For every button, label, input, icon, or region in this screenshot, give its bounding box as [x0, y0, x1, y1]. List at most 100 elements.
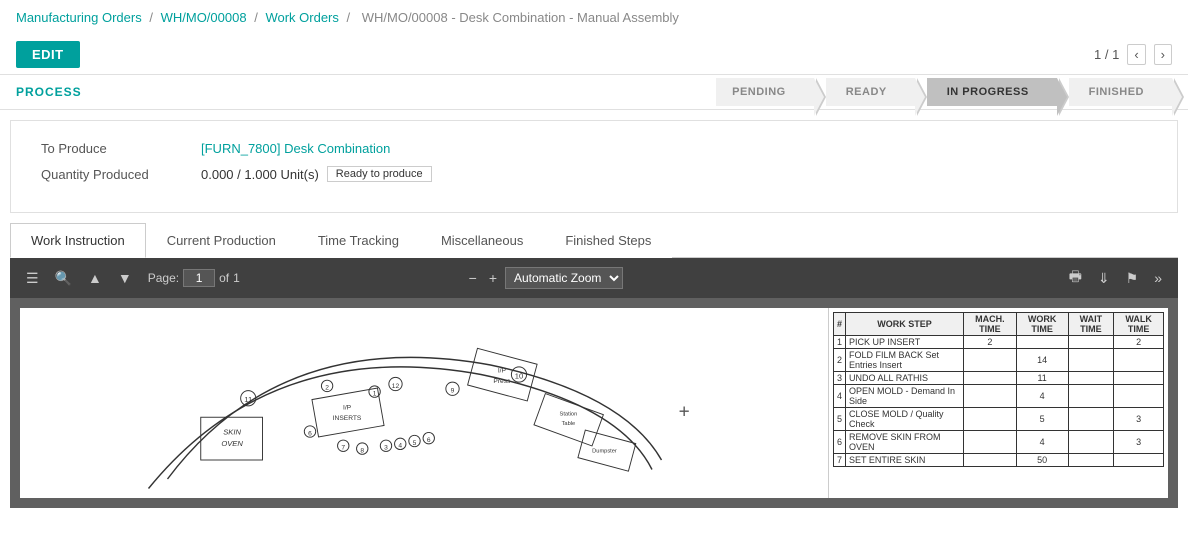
pdf-zoom-out-button[interactable]: −	[465, 268, 481, 288]
pdf-next-page-button[interactable]: ▼	[114, 268, 136, 288]
pdf-page-input[interactable]	[183, 269, 215, 287]
table-cell: REMOVE SKIN FROM OVEN	[846, 431, 964, 454]
svg-text:Station: Station	[560, 411, 578, 417]
svg-text:1: 1	[373, 390, 377, 397]
to-produce-link[interactable]: [FURN_7800] Desk Combination	[201, 141, 390, 156]
pdf-zoom-select[interactable]: Automatic Zoom 50% 75% 100% 125% 150%	[505, 267, 623, 289]
pdf-prev-page-button[interactable]: ▲	[84, 268, 106, 288]
table-cell	[1068, 349, 1114, 372]
col-header-work-time: WORK TIME	[1016, 313, 1068, 336]
tab-miscellaneous[interactable]: Miscellaneous	[420, 223, 544, 258]
breadcrumb-manufacturing-orders[interactable]: Manufacturing Orders	[16, 10, 142, 25]
sketch-svg: SKIN OVEN I/P INSERTS I/P Press Station …	[20, 308, 828, 498]
quantity-row: Quantity Produced 0.000 / 1.000 Unit(s) …	[41, 166, 1147, 182]
work-steps-table-area: # WORK STEP MACH. TIME WORK TIME WAIT TI…	[828, 308, 1168, 498]
pdf-print-button[interactable]: 🖶	[1065, 264, 1086, 292]
pdf-sidebar-toggle[interactable]: ☰	[22, 268, 43, 289]
table-cell: 4	[834, 385, 846, 408]
table-cell	[1114, 349, 1164, 372]
pagination-next-button[interactable]: ›	[1154, 44, 1172, 65]
tab-finished-steps[interactable]: Finished Steps	[544, 223, 672, 258]
pdf-content-area: SKIN OVEN I/P INSERTS I/P Press Station …	[10, 298, 1178, 508]
svg-text:I/P: I/P	[343, 405, 352, 412]
tab-time-tracking[interactable]: Time Tracking	[297, 223, 420, 258]
col-header-walk-time: WALK TIME	[1114, 313, 1164, 336]
table-cell: 3	[1114, 431, 1164, 454]
table-cell	[1068, 372, 1114, 385]
svg-text:OVEN: OVEN	[221, 439, 243, 448]
col-header-mach-time: MACH. TIME	[964, 313, 1017, 336]
table-cell	[964, 408, 1017, 431]
pdf-page-info: Page: of 1	[148, 269, 240, 287]
table-cell	[1068, 431, 1114, 454]
table-cell: 11	[1016, 372, 1068, 385]
table-cell: 7	[834, 454, 846, 467]
pdf-bookmark-button[interactable]: ⚑	[1122, 268, 1143, 289]
table-cell	[1068, 336, 1114, 349]
table-cell: 4	[1016, 431, 1068, 454]
table-cell	[1068, 454, 1114, 467]
table-cell: 3	[1114, 408, 1164, 431]
table-cell: 5	[1016, 408, 1068, 431]
main-content-card: To Produce [FURN_7800] Desk Combination …	[10, 120, 1178, 213]
table-cell	[964, 385, 1017, 408]
table-cell	[964, 372, 1017, 385]
ready-badge[interactable]: Ready to produce	[327, 166, 432, 182]
table-cell	[964, 431, 1017, 454]
pdf-zoom-in-button[interactable]: +	[485, 268, 501, 288]
pagination-prev-button[interactable]: ‹	[1127, 44, 1145, 65]
table-row: 3UNDO ALL RATHIS11	[834, 372, 1164, 385]
table-cell: 2	[964, 336, 1017, 349]
table-cell: PICK UP INSERT	[846, 336, 964, 349]
pdf-toolbar: ☰ 🔍 ▲ ▼ Page: of 1 − + Automatic Zoom 50…	[10, 258, 1178, 298]
status-ready[interactable]: READY	[826, 78, 915, 106]
status-in-progress[interactable]: IN PROGRESS	[927, 78, 1057, 106]
svg-text:INSERTS: INSERTS	[333, 415, 362, 422]
svg-text:7: 7	[341, 445, 345, 452]
pdf-download-button[interactable]: ⇓	[1094, 268, 1114, 289]
svg-text:9: 9	[451, 388, 455, 395]
table-cell: 4	[1016, 385, 1068, 408]
pdf-search-button[interactable]: 🔍	[51, 268, 76, 289]
svg-text:10: 10	[515, 371, 523, 380]
tabs-container: Work Instruction Current Production Time…	[10, 223, 1178, 258]
tab-work-instruction[interactable]: Work Instruction	[10, 223, 146, 258]
table-cell: FOLD FILM BACK Set Entries Insert	[846, 349, 964, 372]
breadcrumb-current-page: WH/MO/00008 - Desk Combination - Manual …	[362, 10, 679, 25]
table-cell	[1114, 454, 1164, 467]
pdf-page: SKIN OVEN I/P INSERTS I/P Press Station …	[20, 308, 1168, 498]
status-pending[interactable]: PENDING	[716, 78, 814, 106]
table-cell: CLOSE MOLD / Quality Check	[846, 408, 964, 431]
breadcrumb-mo-number[interactable]: WH/MO/00008	[161, 10, 247, 25]
table-cell: 14	[1016, 349, 1068, 372]
to-produce-label: To Produce	[41, 141, 201, 156]
pagination-label: 1 / 1	[1094, 47, 1119, 62]
table-cell	[1114, 372, 1164, 385]
table-cell: 3	[834, 372, 846, 385]
svg-text:6: 6	[308, 430, 312, 437]
table-cell: 6	[834, 431, 846, 454]
table-cell: OPEN MOLD - Demand In Side	[846, 385, 964, 408]
edit-button[interactable]: EDIT	[16, 41, 80, 68]
svg-text:+: +	[679, 401, 690, 422]
pdf-zoom-controls: − + Automatic Zoom 50% 75% 100% 125% 150…	[465, 267, 623, 289]
table-row: 1PICK UP INSERT22	[834, 336, 1164, 349]
pdf-right-tools: 🖶 ⇓ ⚑ »	[1065, 264, 1166, 292]
table-row: 6REMOVE SKIN FROM OVEN 4 3	[834, 431, 1164, 454]
svg-text:8: 8	[360, 447, 364, 454]
svg-text:11: 11	[244, 395, 252, 404]
pdf-page-total: 1	[233, 271, 240, 285]
table-row: 7SET ENTIRE SKIN50	[834, 454, 1164, 467]
tab-current-production[interactable]: Current Production	[146, 223, 297, 258]
table-cell	[1068, 408, 1114, 431]
pdf-page-label: Page:	[148, 271, 179, 285]
svg-text:SKIN: SKIN	[223, 427, 241, 436]
svg-text:3: 3	[384, 445, 388, 452]
pagination: 1 / 1 ‹ ›	[1094, 44, 1172, 65]
status-finished[interactable]: FINISHED	[1069, 78, 1172, 106]
svg-text:4: 4	[398, 443, 402, 450]
work-steps-table: # WORK STEP MACH. TIME WORK TIME WAIT TI…	[833, 312, 1164, 467]
pdf-more-button[interactable]: »	[1150, 268, 1166, 288]
breadcrumb-work-orders[interactable]: Work Orders	[265, 10, 338, 25]
pdf-page-of: of	[219, 271, 229, 285]
